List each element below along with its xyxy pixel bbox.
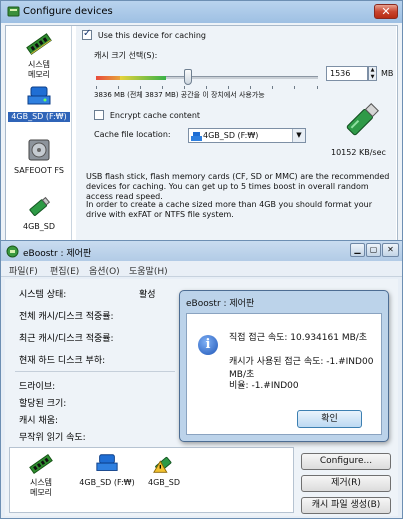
encrypt-checkbox[interactable] [94, 110, 104, 120]
usb-drive-icon [96, 454, 118, 471]
system-status-label: 시스템 상태: [19, 290, 67, 300]
cache-size-spinner[interactable]: ▲ ▼ [368, 66, 377, 81]
flash-drive-icon [346, 103, 379, 136]
minimize-button[interactable]: ▁ [350, 243, 365, 257]
device-settings-panel: Use this device for caching 캐시 크기 선택(S):… [76, 26, 396, 242]
direct-access-speed: 직접 접근 속도: 10.934161 MB/초 [229, 333, 368, 343]
slider-green-zone [120, 76, 166, 80]
close-button[interactable]: ✕ [382, 243, 399, 257]
device-label: 4GB_SD [147, 478, 180, 487]
cache-location-value: 4GB_SD (F:₩) [203, 131, 259, 140]
device-list[interactable]: 시스템 메모리 4GB_SD (F:₩) SAFEOOT FS 4GB_SD [6, 26, 72, 242]
app-icon [7, 6, 20, 17]
close-button[interactable]: ✕ [374, 4, 398, 19]
recent-hit-rate-label: 최근 캐시/디스크 적중률: [19, 334, 114, 344]
speed-ratio: 비율: -1.#IND00 [229, 381, 299, 391]
format-note: In order to create a cache sized more th… [86, 200, 372, 219]
ram-module-icon [26, 33, 52, 55]
use-cache-checkbox[interactable] [82, 28, 92, 40]
dialog-title: eBoostr : 제어판 [186, 299, 255, 309]
cache-size-slider-thumb[interactable] [184, 69, 192, 85]
configure-button[interactable]: Configure... [301, 453, 391, 470]
dialog-body: 시스템 메모리 4GB_SD (F:₩) SAFEOOT FS 4GB_SD ✓… [5, 25, 398, 243]
system-status-value: 활성 [139, 290, 156, 300]
divider [15, 371, 175, 372]
configure-devices-window: Configure devices ✕ 시스템 메모리 4GB_SD (F:₩)… [0, 0, 403, 246]
device-label: SAFEOOT FS [14, 166, 64, 175]
device-bar[interactable]: 시스템 메모리 4GB_SD (F:₩) 4GB_SD [9, 447, 294, 513]
use-cache-label: Use this device for caching [97, 30, 207, 40]
maximize-button[interactable]: ▢ [366, 243, 381, 257]
menu-help[interactable]: 도움말(H) [129, 264, 168, 277]
dialog-content: i 직접 접근 속도: 10.934161 MB/초 캐시가 사용된 접근 속도… [186, 313, 382, 435]
recommendation-note: USB flash stick, flash memory cards (CF,… [86, 172, 390, 201]
usb-warning-icon [153, 456, 172, 473]
menu-options[interactable]: 옵션(O) [89, 264, 120, 277]
encrypt-label: Encrypt cache content [109, 110, 201, 120]
ok-button[interactable]: 확인 [297, 410, 362, 428]
title-bar: Configure devices ✕ [1, 1, 402, 23]
read-speed-text: 10152 KB/sec [331, 148, 386, 157]
menu-bar: 파일(F) 편집(E) 옵션(O) 도움말(H) [1, 261, 402, 277]
device-item-system-memory[interactable]: 시스템 메모리 [8, 30, 70, 80]
cached-access-speed: 캐시가 사용된 접근 속도: -1.#IND00 MB/초 [229, 357, 374, 380]
allocated-size-label: 할당된 크기: [19, 399, 67, 409]
device-label: 시스템 메모리 [29, 478, 53, 497]
ram-module-icon [29, 453, 53, 475]
encrypt-row[interactable]: Encrypt cache content [94, 110, 200, 121]
cache-location-select[interactable]: 4GB_SD (F:₩) ▼ [188, 128, 306, 143]
hdd-load-label: 현재 하드 디스크 부하: [19, 356, 106, 366]
cache-size-label: 캐시 크기 선택(S): [94, 51, 158, 60]
random-read-speed-label: 무작위 읽기 속도: [19, 433, 86, 443]
title-bar: eBoostr : 제어판 ▁ ▢ ✕ [1, 241, 402, 261]
window-title: Configure devices [23, 6, 113, 17]
device-item-sd-f[interactable]: 4GB_SD (F:₩) [8, 84, 70, 122]
device-item-safeoot[interactable]: SAFEOOT FS [8, 136, 70, 176]
window-title: eBoostr : 제어판 [23, 249, 92, 259]
create-cache-button[interactable]: 캐시 파일 생성(B) [301, 497, 391, 514]
device-label: 시스템 메모리 [27, 60, 51, 79]
hard-disk-icon [28, 139, 50, 161]
info-icon: i [198, 335, 218, 355]
menu-file[interactable]: 파일(F) [9, 264, 38, 277]
chevron-down-icon[interactable]: ▼ [292, 129, 305, 142]
app-icon [6, 245, 19, 258]
cache-location-label: Cache file location: [94, 130, 171, 139]
menu-edit[interactable]: 편집(E) [50, 264, 79, 277]
usb-drive-icon [191, 132, 202, 141]
device-bar-item-4gb-sd[interactable]: 4GB_SD [142, 452, 186, 488]
device-bar-item-sd-f[interactable]: 4GB_SD (F:₩) [76, 452, 138, 488]
device-bar-item-system-memory[interactable]: 시스템 메모리 [16, 452, 66, 498]
total-hit-rate-label: 전체 캐시/디스크 적중률: [19, 312, 114, 322]
cache-size-unit: MB [381, 69, 394, 78]
usb-drive-icon [27, 86, 51, 105]
device-label: 4GB_SD [22, 222, 55, 231]
device-label: 4GB_SD (F:₩) [79, 478, 135, 487]
cache-fill-label: 캐시 채움: [19, 416, 59, 426]
usb-stick-icon [29, 196, 51, 216]
remove-button[interactable]: 제거(R) [301, 475, 391, 492]
available-space-text: 3836 MB (전체 3837 MB) 공간을 이 장치에서 사용가능 [94, 91, 265, 99]
device-label: 4GB_SD (F:₩) [8, 112, 70, 122]
slider-red-zone [96, 76, 120, 80]
speed-test-dialog: eBoostr : 제어판 i 직접 접근 속도: 10.934161 MB/초… [179, 290, 389, 442]
drive-label: 드라이브: [19, 382, 56, 392]
device-item-4gb-sd[interactable]: 4GB_SD [8, 194, 70, 232]
cache-size-input[interactable]: 1536 [326, 66, 368, 81]
use-cache-row[interactable]: Use this device for caching [82, 28, 207, 41]
